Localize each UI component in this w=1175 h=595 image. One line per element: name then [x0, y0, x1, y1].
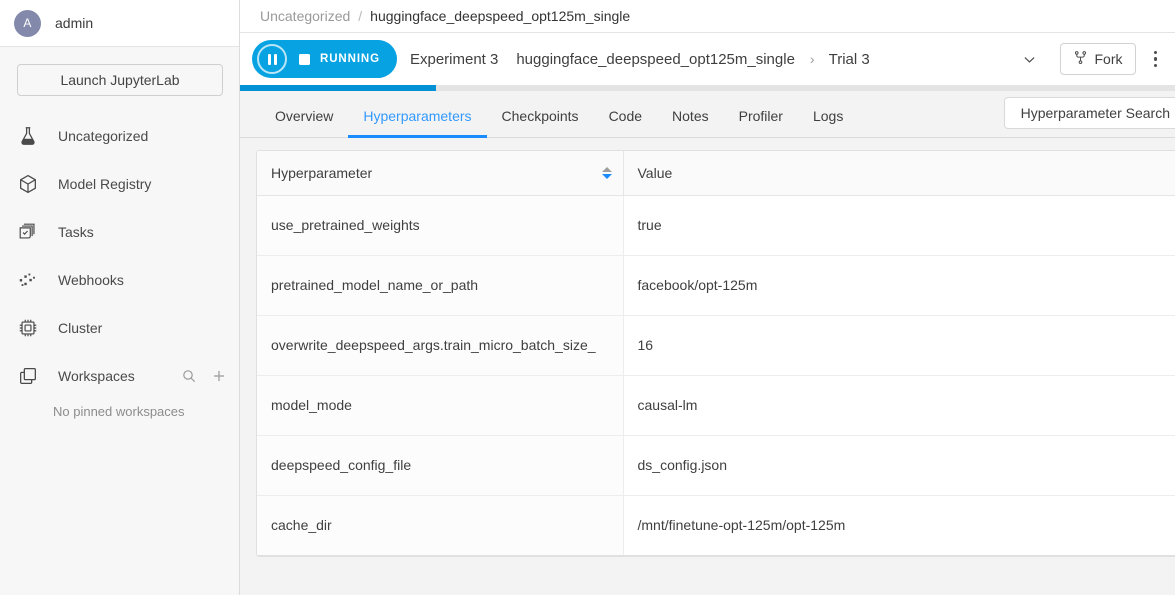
breadcrumb: Uncategorized / huggingface_deepspeed_op…	[240, 0, 1175, 33]
search-icon[interactable]	[181, 368, 197, 384]
fork-button[interactable]: Fork	[1059, 43, 1136, 75]
pause-icon[interactable]	[257, 44, 287, 74]
cell-hyperparameter-value: causal-lm	[623, 375, 1175, 436]
trial-name: Trial 3	[828, 50, 870, 68]
sidebar-item-webhooks[interactable]: Webhooks	[0, 256, 239, 304]
cell-hyperparameter-value: 16	[623, 315, 1175, 376]
sidebar-item-workspaces[interactable]: Workspaces	[0, 352, 239, 400]
table-row[interactable]: use_pretrained_weights true	[257, 195, 1175, 256]
sidebar-item-label: Uncategorized	[58, 128, 149, 144]
table-row[interactable]: cache_dir /mnt/finetune-opt-125m/opt-125…	[257, 495, 1175, 555]
breadcrumb-current: huggingface_deepspeed_opt125m_single	[370, 8, 631, 24]
tab-logs[interactable]: Logs	[798, 108, 858, 137]
sidebar-item-label: Model Registry	[58, 176, 152, 192]
sidebar-item-tasks[interactable]: Tasks	[0, 208, 239, 256]
hyperparameters-table: Hyperparameter Value use_pretrained_weig…	[257, 151, 1175, 555]
cube-icon	[15, 171, 41, 197]
column-header-value[interactable]: Value	[623, 151, 1175, 196]
sidebar-item-label: Webhooks	[58, 272, 124, 288]
plus-icon[interactable]	[211, 368, 227, 384]
tab-notes[interactable]: Notes	[657, 108, 724, 137]
table-head: Hyperparameter Value	[257, 151, 1175, 196]
workspaces-icon	[15, 363, 41, 389]
sidebar-item-label: Workspaces	[58, 368, 135, 384]
experiment-toolbar: RUNNING Experiment 3 huggingface_deepspe…	[240, 33, 1175, 85]
experiment-number: Experiment 3	[409, 50, 499, 68]
main-content: Uncategorized / huggingface_deepspeed_op…	[240, 0, 1175, 595]
launch-jupyterlab-button[interactable]: Launch JupyterLab	[17, 64, 223, 96]
avatar: A	[14, 9, 41, 37]
cell-hyperparameter-value: true	[623, 195, 1175, 256]
launch-jupyterlab-wrap: Launch JupyterLab	[0, 47, 239, 96]
cell-hyperparameter-value: /mnt/finetune-opt-125m/opt-125m	[637, 517, 846, 534]
tasks-icon	[15, 219, 41, 245]
table-row[interactable]: overwrite_deepspeed_args.train_micro_bat…	[257, 315, 1175, 376]
column-header-label: Value	[637, 164, 673, 181]
status-badge-label: RUNNING	[320, 53, 380, 65]
breadcrumb-parent[interactable]: Uncategorized	[260, 8, 350, 24]
tab-overview[interactable]: Overview	[260, 108, 348, 137]
column-header-hyperparameter[interactable]: Hyperparameter	[257, 151, 624, 196]
content-area: Hyperparameter Value use_pretrained_weig…	[240, 138, 1175, 595]
workspaces-actions	[181, 352, 227, 400]
tab-code[interactable]: Code	[594, 108, 657, 137]
webhooks-icon	[15, 267, 41, 293]
cell-hyperparameter-name: use_pretrained_weights	[257, 195, 624, 256]
table-row[interactable]: model_mode causal-lm	[257, 375, 1175, 436]
sort-ascending-arrow	[601, 166, 612, 172]
flask-icon	[15, 123, 41, 149]
status-badge[interactable]: RUNNING	[252, 40, 397, 78]
experiment-name: huggingface_deepspeed_opt125m_single	[516, 50, 795, 68]
cell-hyperparameter-name: pretrained_model_name_or_path	[257, 255, 624, 316]
tab-hyperparameters[interactable]: Hyperparameters	[348, 108, 487, 138]
breadcrumb-separator: /	[358, 8, 363, 24]
app-root: A admin Launch JupyterLab Uncategorized	[0, 0, 1175, 595]
tab-profiler[interactable]: Profiler	[724, 108, 798, 137]
sidebar-item-label: Cluster	[58, 320, 103, 336]
horizontal-scrollbar[interactable]	[257, 555, 1175, 558]
hyperparameter-search-button[interactable]: Hyperparameter Search	[1003, 97, 1175, 129]
cell-hyperparameter-name: model_mode	[257, 375, 624, 436]
tab-checkpoints[interactable]: Checkpoints	[487, 108, 594, 137]
stop-icon[interactable]	[299, 53, 310, 65]
fork-icon	[1073, 50, 1088, 68]
chip-icon	[15, 315, 41, 341]
scroll-left-icon[interactable]	[258, 557, 272, 558]
column-header-label: Hyperparameter	[271, 164, 373, 181]
cell-hyperparameter-value: ds_config.json	[623, 435, 1175, 496]
cell-hyperparameter-name: deepspeed_config_file	[257, 435, 624, 496]
fork-button-label: Fork	[1094, 51, 1123, 67]
sidebar: A admin Launch JupyterLab Uncategorized	[0, 0, 240, 595]
table-header-row: Hyperparameter Value	[257, 151, 1175, 196]
cell-hyperparameter-value: facebook/opt-125m	[623, 255, 1175, 316]
chevron-right-icon: ›	[809, 51, 815, 67]
sidebar-nav: Uncategorized Model Registry Tasks Webho…	[0, 112, 239, 419]
sidebar-item-model-registry[interactable]: Model Registry	[0, 160, 239, 208]
sort-descending-arrow	[601, 173, 612, 179]
no-pinned-workspaces-text: No pinned workspaces	[53, 404, 185, 419]
sidebar-item-uncategorized[interactable]: Uncategorized	[0, 112, 239, 160]
cell-hyperparameter-name: cache_dir	[257, 495, 624, 555]
table-row[interactable]: deepspeed_config_file ds_config.json	[257, 435, 1175, 496]
more-options-icon[interactable]	[1150, 47, 1162, 72]
hyperparameters-table-card: Hyperparameter Value use_pretrained_weig…	[256, 150, 1175, 557]
sidebar-item-cluster[interactable]: Cluster	[0, 304, 239, 352]
chevron-down-icon[interactable]	[1015, 45, 1044, 74]
user-name: admin	[55, 15, 94, 31]
table-body: use_pretrained_weights true pretrained_m…	[257, 195, 1175, 555]
tabs: Overview Hyperparameters Checkpoints Cod…	[240, 91, 1175, 138]
table-row[interactable]: pretrained_model_name_or_path facebook/o…	[257, 255, 1175, 316]
cell-hyperparameter-name: overwrite_deepspeed_args.train_micro_bat…	[257, 315, 624, 376]
sort-icon[interactable]	[601, 166, 612, 179]
sidebar-item-label: Tasks	[58, 224, 94, 240]
user-row[interactable]: A admin	[0, 0, 239, 47]
